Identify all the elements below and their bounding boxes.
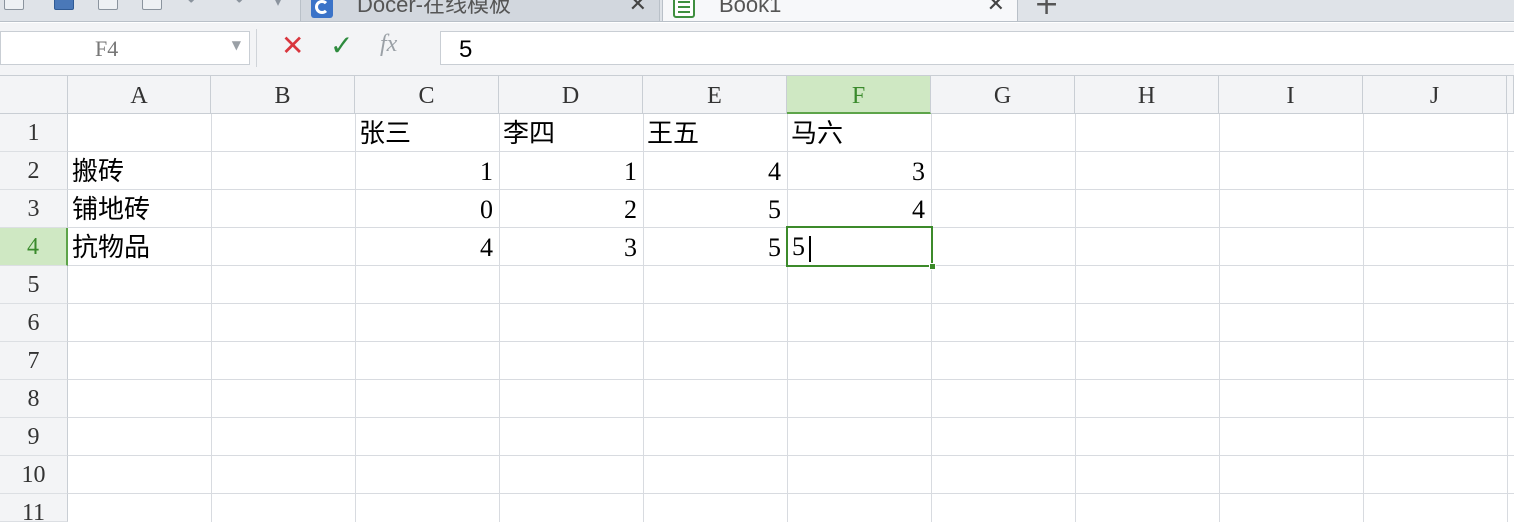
close-tab-icon[interactable]: ✕ — [629, 0, 647, 16]
new-file-icon[interactable] — [4, 0, 24, 10]
column-header[interactable]: H — [1075, 76, 1219, 114]
cell-A4[interactable]: 抗物品 — [68, 228, 211, 266]
row-header[interactable]: 3 — [0, 190, 68, 228]
gridline — [1363, 114, 1364, 522]
select-all-corner[interactable] — [0, 76, 68, 114]
cell-C4[interactable]: 4 — [355, 228, 499, 266]
tab-label: Book1 — [719, 0, 782, 17]
cell-A3[interactable]: 铺地砖 — [68, 190, 211, 228]
cell-edit-value: 5 — [792, 232, 805, 261]
gridline — [211, 114, 212, 522]
cell-E4[interactable]: 5 — [643, 228, 787, 266]
row-header[interactable]: 8 — [0, 380, 68, 418]
column-header[interactable]: B — [211, 76, 355, 114]
save-icon[interactable] — [54, 0, 74, 10]
column-header[interactable]: A — [68, 76, 211, 114]
cell-E3[interactable]: 5 — [643, 190, 787, 228]
undo-icon[interactable]: ↶ — [186, 0, 204, 12]
column-header[interactable]: E — [643, 76, 787, 114]
column-header[interactable] — [1507, 76, 1514, 114]
docer-logo-icon — [311, 0, 333, 18]
column-header[interactable]: I — [1219, 76, 1363, 114]
close-tab-icon[interactable]: ✕ — [987, 0, 1005, 16]
column-header-active[interactable]: F — [787, 76, 931, 114]
column-header[interactable]: J — [1363, 76, 1507, 114]
gridline — [931, 114, 932, 522]
cell-C2[interactable]: 1 — [355, 152, 499, 190]
formula-input[interactable]: 5 — [440, 31, 1514, 65]
column-header[interactable]: D — [499, 76, 643, 114]
cell-C3[interactable]: 0 — [355, 190, 499, 228]
cell-D4[interactable]: 3 — [499, 228, 643, 266]
column-header[interactable]: C — [355, 76, 499, 114]
gridline — [68, 303, 1514, 304]
row-header-active[interactable]: 4 — [0, 228, 68, 266]
gridline — [68, 493, 1514, 494]
formula-value: 5 — [459, 36, 473, 63]
text-caret — [809, 236, 811, 262]
name-box[interactable]: F4 ▼ — [0, 31, 250, 65]
cell-F2[interactable]: 3 — [787, 152, 931, 190]
cell-E1[interactable]: 王五 — [643, 114, 787, 152]
active-cell-F4[interactable]: 5 — [786, 226, 936, 270]
row-header[interactable]: 2 — [0, 152, 68, 190]
cell-A2[interactable]: 搬砖 — [68, 152, 211, 190]
cell-D3[interactable]: 2 — [499, 190, 643, 228]
row-header[interactable]: 7 — [0, 342, 68, 380]
gridline — [1507, 114, 1508, 522]
gridline — [68, 417, 1514, 418]
cell-F1[interactable]: 马六 — [787, 114, 931, 152]
gridline — [1075, 114, 1076, 522]
cancel-icon[interactable]: ✕ — [281, 31, 304, 61]
quick-access-dropdown-icon[interactable]: ▾ — [274, 0, 282, 12]
gridline — [68, 341, 1514, 342]
gridline — [1219, 114, 1220, 522]
redo-icon[interactable]: ↷ — [226, 0, 244, 12]
row-header[interactable]: 1 — [0, 114, 68, 152]
confirm-icon[interactable]: ✓ — [330, 31, 353, 61]
row-header[interactable]: 9 — [0, 418, 68, 456]
cell-D1[interactable]: 李四 — [499, 114, 643, 152]
print-preview-icon[interactable] — [142, 0, 162, 10]
gridline — [68, 379, 1514, 380]
name-box-value: F4 — [95, 36, 119, 61]
gridline — [68, 455, 1514, 456]
fill-handle[interactable] — [929, 263, 936, 270]
column-header[interactable]: G — [931, 76, 1075, 114]
tab-bar: ↶ ↷ ▾ Docer-在线模板 ✕ Book1 ✕ + — [0, 0, 1514, 22]
tab-book1[interactable]: Book1 ✕ — [662, 0, 1018, 21]
tab-docer[interactable]: Docer-在线模板 ✕ — [300, 0, 660, 21]
chevron-down-icon[interactable]: ▼ — [232, 38, 241, 52]
row-header[interactable]: 10 — [0, 456, 68, 494]
row-header[interactable]: 11 — [0, 494, 68, 522]
row-header[interactable]: 6 — [0, 304, 68, 342]
cell-D2[interactable]: 1 — [499, 152, 643, 190]
formula-bar: F4 ▼ ✕ ✓ fx 5 — [0, 23, 1514, 76]
print-icon[interactable] — [98, 0, 118, 10]
tab-label: Docer-在线模板 — [357, 0, 512, 17]
cell-C1[interactable]: 张三 — [355, 114, 499, 152]
row-header[interactable]: 5 — [0, 266, 68, 304]
cell-F3[interactable]: 4 — [787, 190, 931, 228]
spreadsheet-grid[interactable]: A B C D E F G H I J 1 2 3 4 5 6 7 8 9 10… — [0, 76, 1514, 522]
spreadsheet-icon — [673, 0, 695, 18]
divider — [256, 29, 257, 67]
insert-function-icon[interactable]: fx — [380, 31, 397, 58]
cell-E2[interactable]: 4 — [643, 152, 787, 190]
new-tab-button[interactable]: + — [1034, 0, 1059, 20]
